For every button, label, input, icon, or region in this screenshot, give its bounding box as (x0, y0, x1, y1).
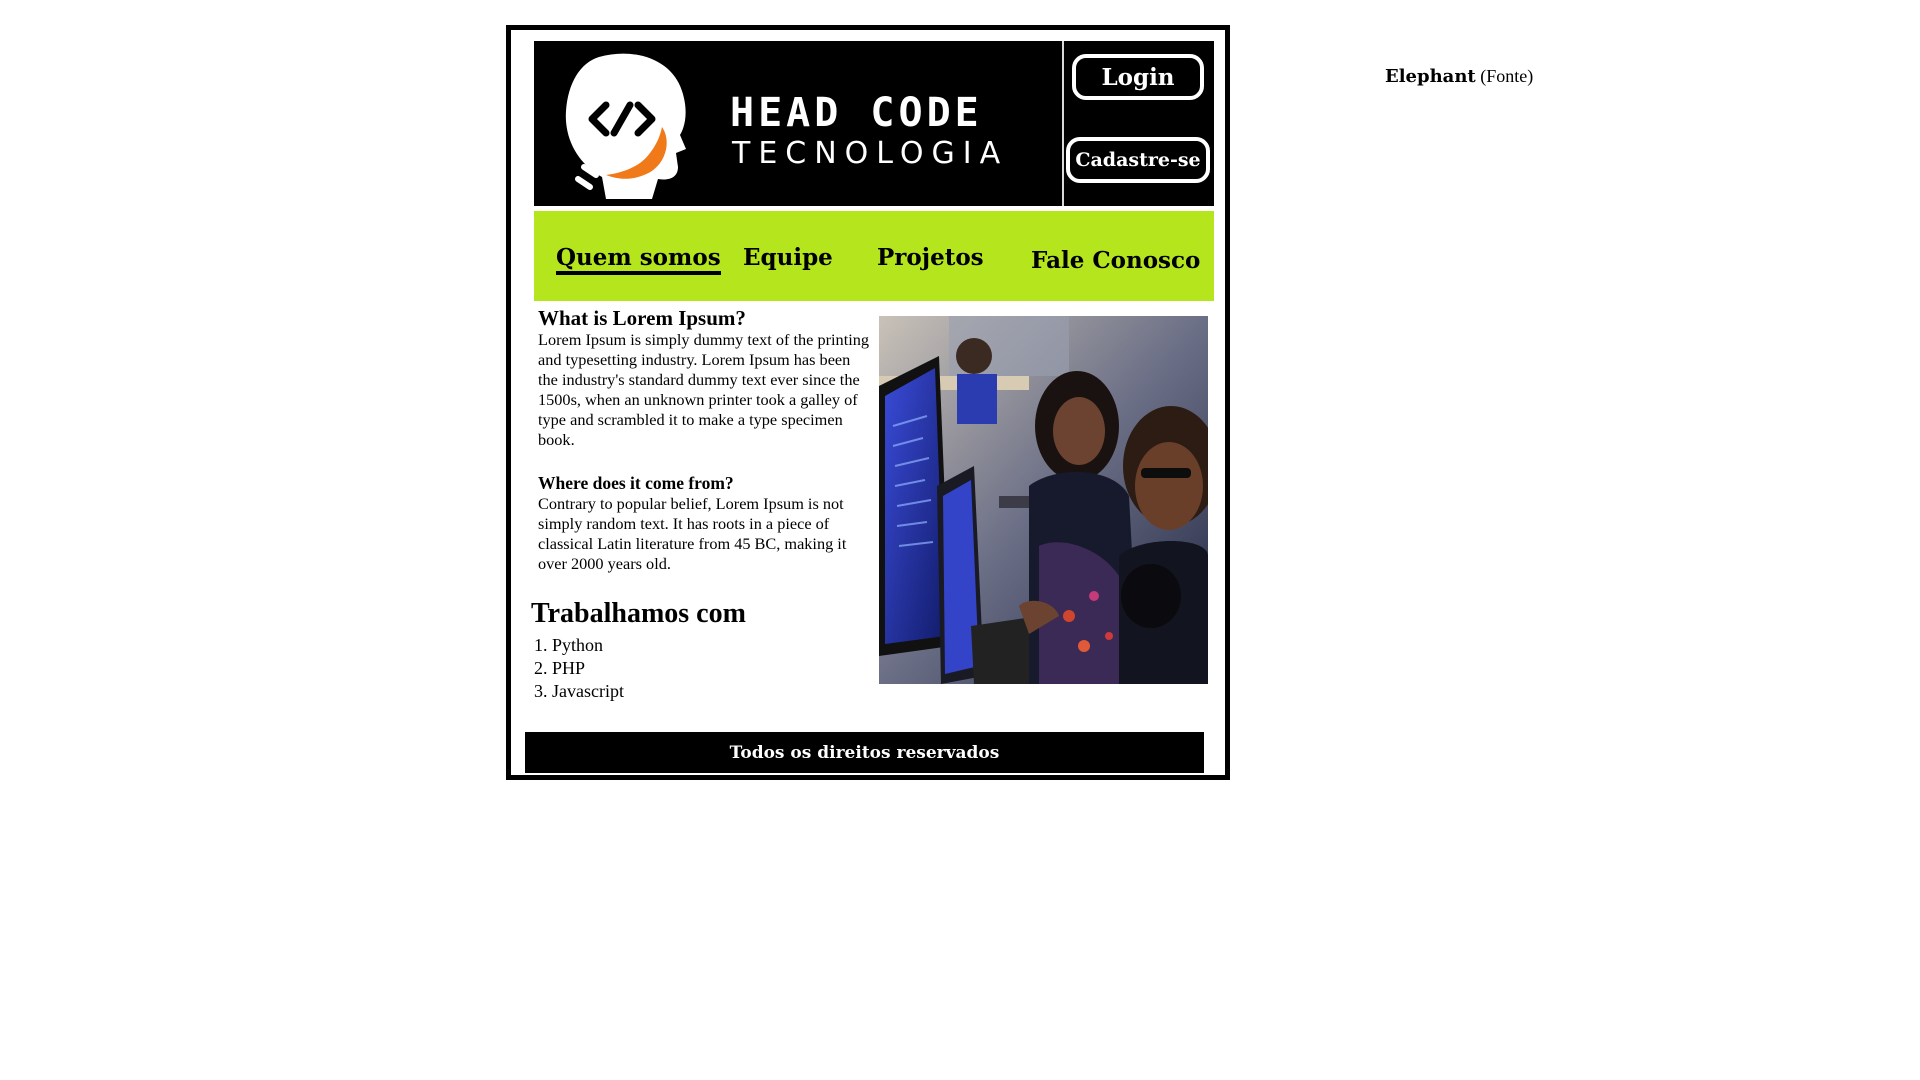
brand-name: HEAD CODE (730, 90, 983, 136)
technologies-heading: Trabalhamos com (531, 598, 746, 629)
font-credit-name: Elephant (1385, 66, 1476, 87)
team-photo-illustration (879, 316, 1208, 684)
signup-button[interactable]: Cadastre-se (1066, 137, 1210, 183)
head-code-logo-icon (565, 53, 686, 199)
origin-heading: Where does it come from? (538, 473, 734, 493)
login-button[interactable]: Login (1072, 54, 1204, 100)
about-paragraph: Lorem Ipsum is simply dummy text of the … (538, 330, 870, 449)
site-header: HEAD CODE TECNOLOGIA Login Cadastre-se (534, 41, 1214, 206)
list-item: 1. Python (534, 635, 604, 655)
logo[interactable]: HEAD CODE TECNOLOGIA (534, 41, 1062, 206)
about-heading: What is Lorem Ipsum? (538, 306, 746, 330)
origin-paragraph: Contrary to popular belief, Lorem Ipsum … (538, 494, 847, 573)
brand-subtitle: TECNOLOGIA (732, 136, 1009, 171)
font-credit-suffix: (Fonte) (1480, 66, 1534, 86)
technologies-list: 1. Python 2. PHP 3. Javascript (534, 634, 624, 703)
list-item: 3. Javascript (534, 681, 624, 701)
header-divider (1062, 41, 1064, 206)
main-nav: Quem somos Equipe Projetos Fale Conosco (534, 211, 1214, 301)
about-section: What is Lorem Ipsum? Lorem Ipsum is simp… (538, 306, 870, 574)
nav-item-fale-conosco[interactable]: Fale Conosco (1031, 248, 1200, 274)
nav-item-quem-somos[interactable]: Quem somos (556, 245, 721, 275)
site-footer: Todos os direitos reservados (525, 732, 1204, 773)
font-credit: Elephant (Fonte) (1385, 66, 1533, 87)
team-photo (879, 316, 1208, 684)
nav-item-equipe[interactable]: Equipe (743, 245, 833, 271)
nav-item-projetos[interactable]: Projetos (877, 245, 984, 271)
list-item: 2. PHP (534, 658, 586, 678)
